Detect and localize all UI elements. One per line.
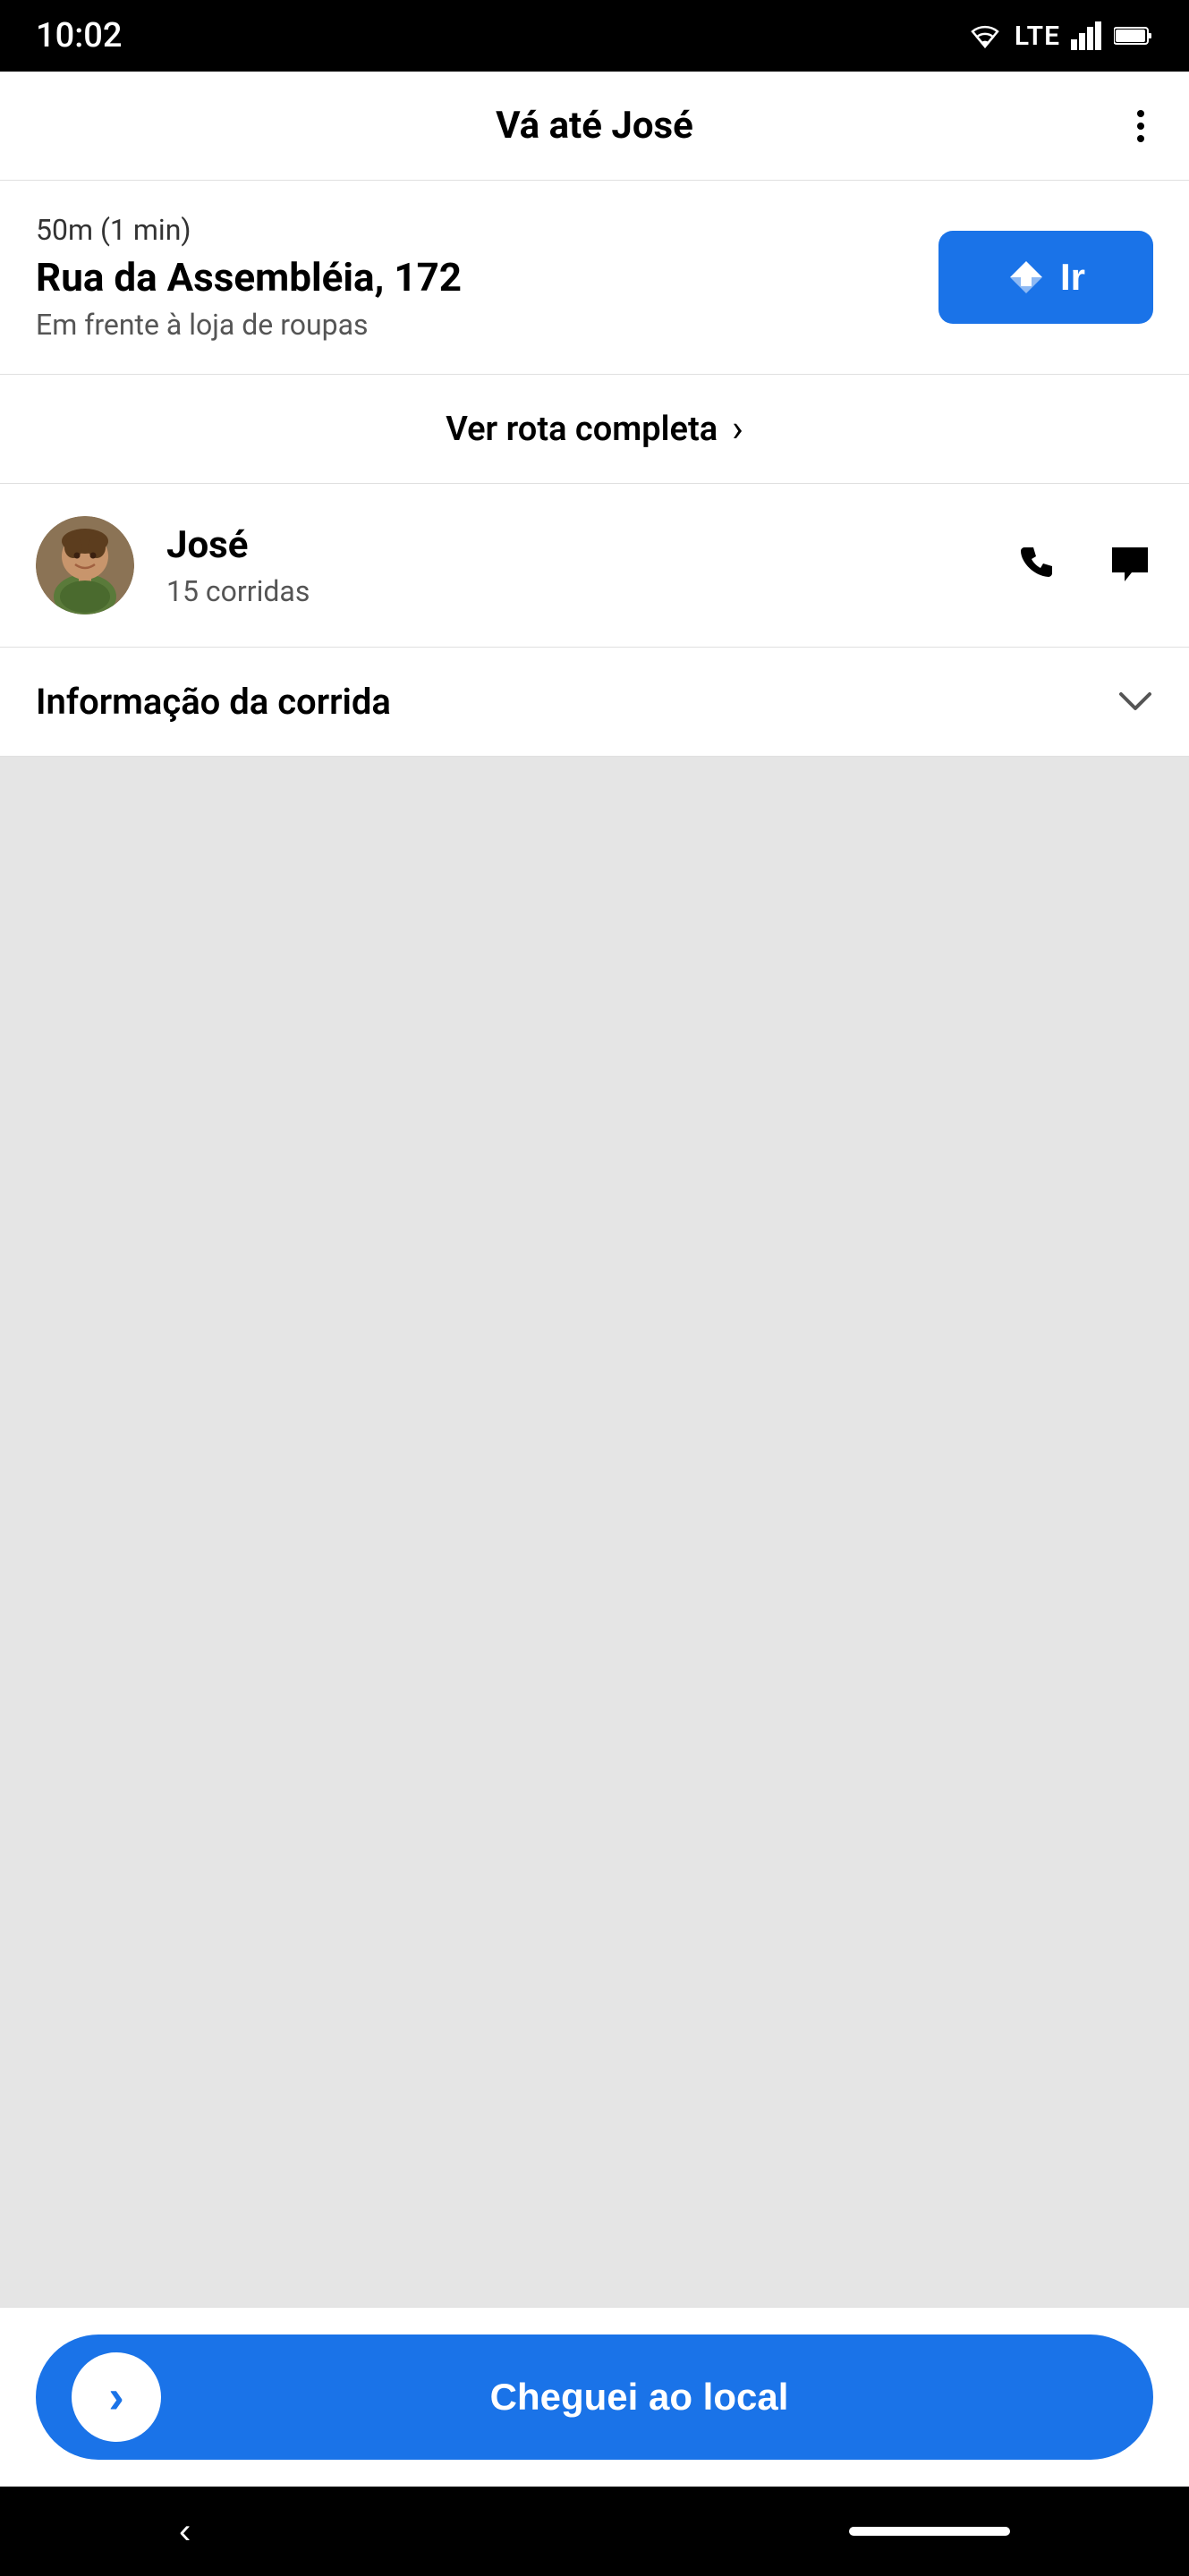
navigation-info: 50m (1 min) Rua da Assembléia, 172 Em fr…	[0, 181, 1189, 375]
route-link[interactable]: Ver rota completa ›	[0, 375, 1189, 484]
ride-info-label: Informação da corrida	[36, 681, 391, 723]
contact-avatar	[36, 516, 134, 614]
call-button[interactable]	[1017, 542, 1064, 589]
nav-address: Rua da Assembléia, 172	[36, 254, 912, 301]
contact-rides: 15 corridas	[166, 574, 985, 608]
page-title: Vá até José	[496, 104, 693, 148]
avatar-image	[36, 516, 134, 614]
dot-3	[1137, 135, 1144, 142]
go-button[interactable]: Ir	[938, 231, 1153, 324]
back-arrow-icon: ‹	[179, 2512, 191, 2551]
arrive-button-label: Cheguei ao local	[161, 2376, 1117, 2419]
nav-text: 50m (1 min) Rua da Assembléia, 172 Em fr…	[36, 213, 912, 342]
message-icon	[1107, 542, 1153, 589]
signal-icon	[1071, 21, 1103, 50]
contact-actions	[1017, 542, 1153, 589]
navigate-icon	[1006, 258, 1046, 297]
contact-info: José 15 corridas	[166, 523, 985, 608]
arrive-chevron-icon: ›	[108, 2370, 123, 2424]
route-arrow-icon: ›	[732, 407, 743, 451]
phone-icon	[1017, 542, 1064, 589]
bottom-navigation: ‹	[0, 2487, 1189, 2576]
home-indicator[interactable]	[849, 2527, 1010, 2536]
dot-1	[1137, 110, 1144, 117]
message-button[interactable]	[1107, 542, 1153, 589]
dot-2	[1137, 123, 1144, 130]
contact-section: José 15 corridas	[0, 484, 1189, 648]
arrive-button[interactable]: › Cheguei ao local	[36, 2334, 1153, 2460]
status-icons: LTE	[966, 21, 1153, 52]
back-button[interactable]: ‹	[179, 2512, 191, 2552]
nav-time-distance: 50m (1 min)	[36, 213, 912, 247]
bottom-bar: › Cheguei ao local	[0, 2307, 1189, 2487]
chevron-down-icon	[1117, 680, 1153, 724]
nav-note: Em frente à loja de roupas	[36, 308, 912, 342]
app-container: Vá até José 50m (1 min) Rua da Assembléi…	[0, 72, 1189, 2487]
battery-icon	[1114, 25, 1153, 47]
arrive-arrow-circle: ›	[72, 2352, 161, 2442]
more-options-button[interactable]	[1128, 101, 1153, 151]
status-bar: 10:02 LTE	[0, 0, 1189, 72]
go-button-label: Ir	[1060, 256, 1085, 299]
route-link-text: Ver rota completa	[446, 410, 718, 449]
status-time: 10:02	[36, 16, 122, 55]
contact-name: José	[166, 523, 985, 567]
header: Vá até José	[0, 72, 1189, 181]
ride-info-section[interactable]: Informação da corrida	[0, 648, 1189, 757]
wifi-icon	[966, 21, 1004, 50]
map-area	[0, 757, 1189, 2307]
lte-indicator: LTE	[1015, 21, 1060, 52]
